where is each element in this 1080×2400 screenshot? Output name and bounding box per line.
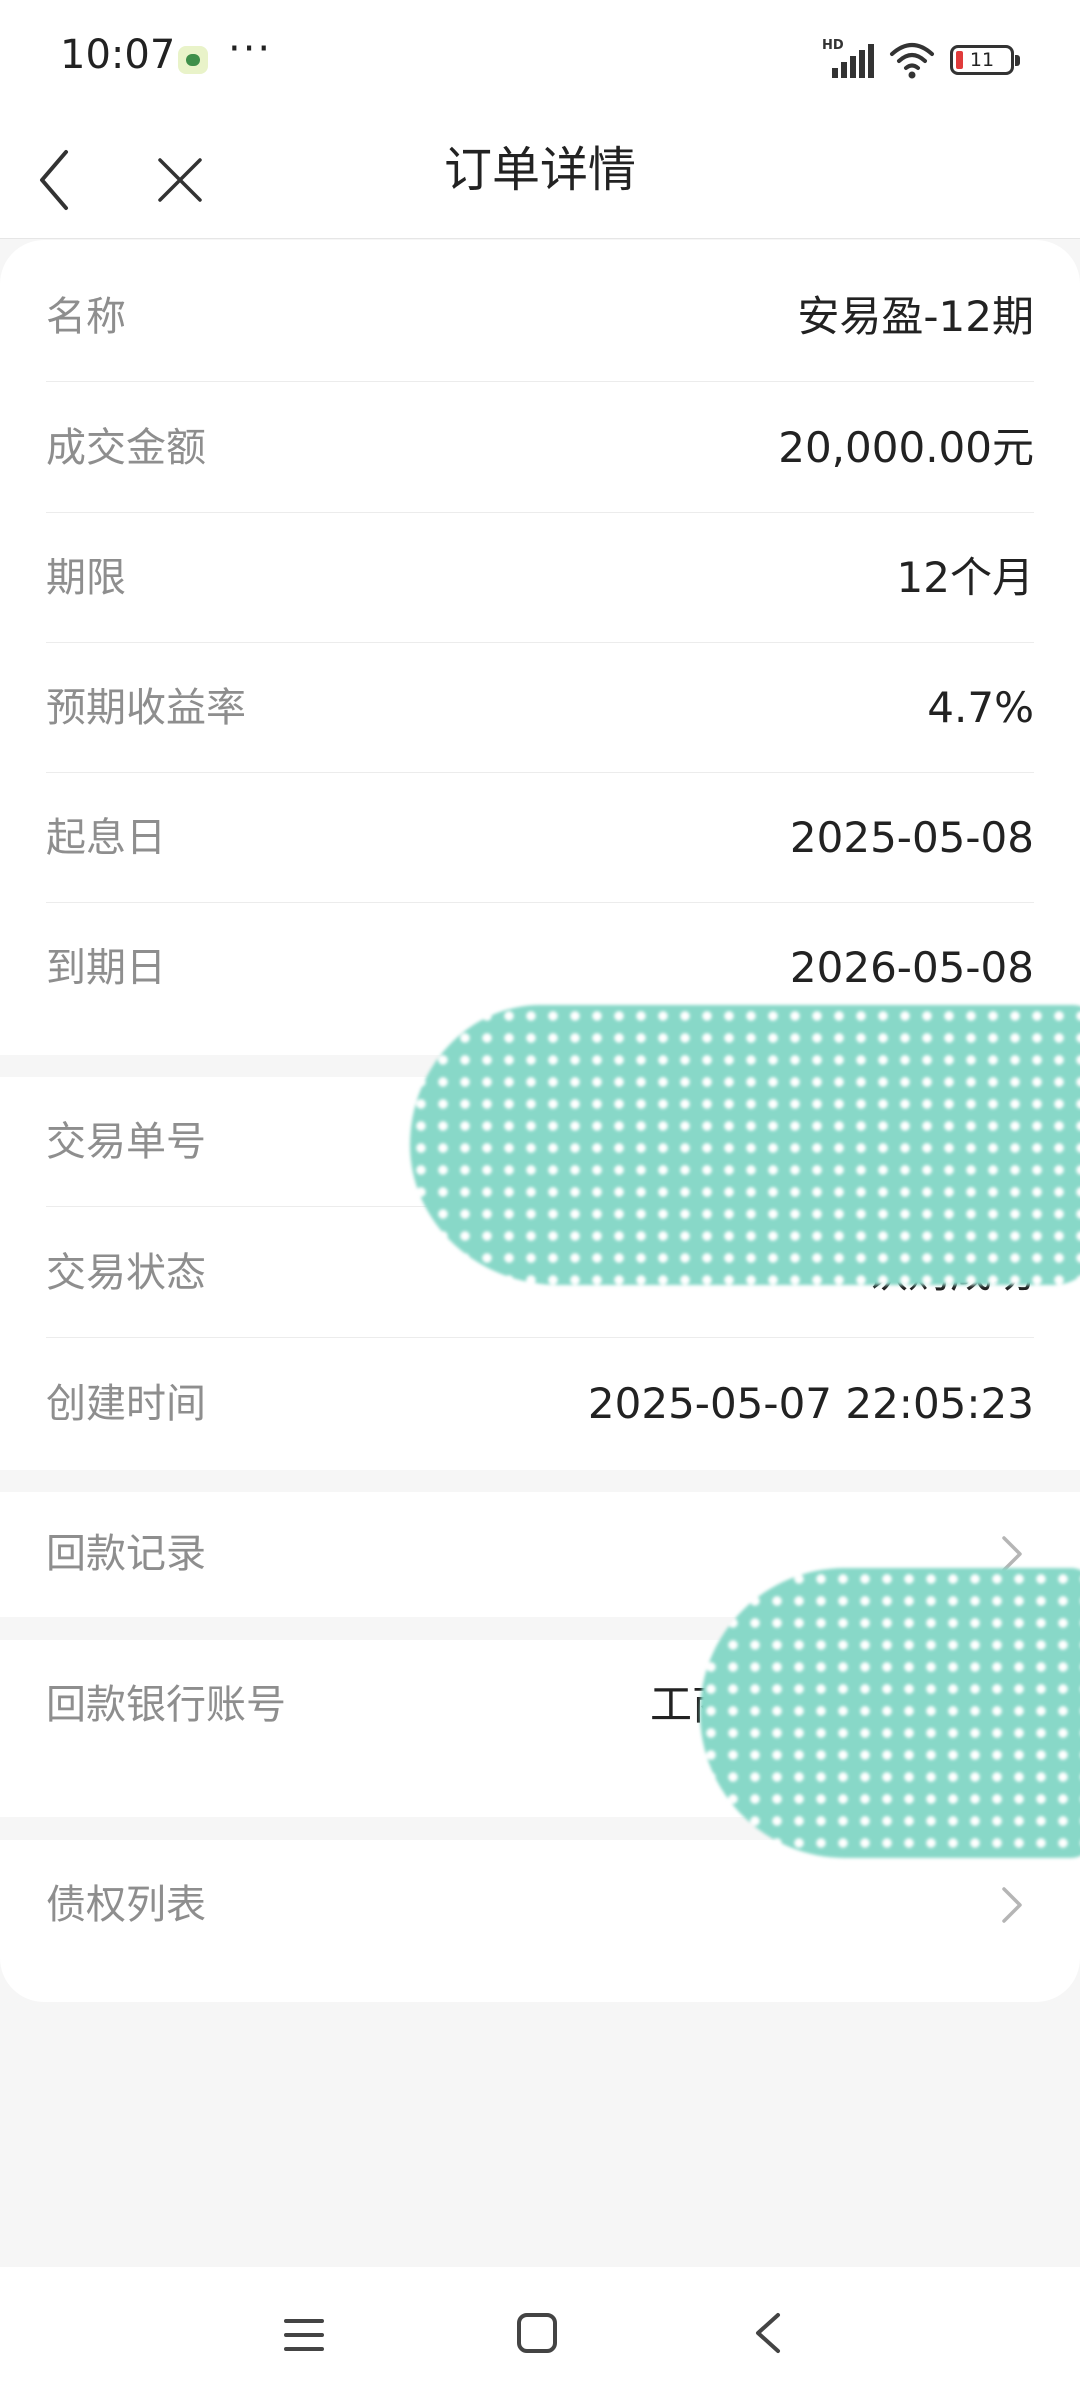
created-time-label: 创建时间 (46, 1381, 206, 1427)
trade-number-label: 交易单号 (46, 1119, 206, 1165)
navigation-bar: 订单详情 (0, 118, 1080, 239)
debt-list-item[interactable]: 债权列表 (0, 1840, 1080, 2002)
system-back-icon[interactable] (748, 2309, 788, 2357)
start-date-value: 2025-05-08 (789, 813, 1034, 862)
term-value: 12个月 (896, 553, 1034, 602)
wifi-icon (890, 43, 934, 79)
page-title: 订单详情 (443, 142, 636, 198)
status-bar: 10:07 ··· HD 11 (0, 0, 1080, 118)
battery-icon: 11 (950, 45, 1020, 75)
recent-apps-icon[interactable] (282, 2315, 326, 2355)
redaction-mark (700, 1568, 1080, 1858)
rate-value: 4.7% (927, 683, 1034, 732)
redaction-mark (410, 1005, 1080, 1285)
bank-account-label: 回款银行账号 (46, 1682, 286, 1728)
row-name: 名称 安易盈-12期 (46, 252, 1034, 382)
amount-value: 20,000.00元 (778, 423, 1034, 472)
row-amount: 成交金额 20,000.00元 (46, 383, 1034, 513)
row-term: 期限 12个月 (46, 513, 1034, 643)
end-date-label: 到期日 (46, 945, 166, 991)
name-label: 名称 (46, 294, 126, 340)
home-icon[interactable] (515, 2311, 559, 2355)
row-rate: 预期收益率 4.7% (46, 643, 1034, 773)
created-time-value: 2025-05-07 22:05:23 (587, 1379, 1034, 1428)
row-debt-list[interactable]: 债权列表 (46, 1840, 1034, 1970)
name-value: 安易盈-12期 (797, 292, 1034, 341)
more-notifications-icon: ··· (228, 26, 273, 72)
trade-status-label: 交易状态 (46, 1250, 206, 1296)
status-indicators: HD 11 (822, 38, 1020, 82)
chevron-right-icon (1002, 1887, 1022, 1923)
divider (46, 1337, 1034, 1338)
repayment-records-label: 回款记录 (46, 1531, 206, 1577)
start-date-label: 起息日 (46, 815, 166, 861)
row-start-date: 起息日 2025-05-08 (46, 773, 1034, 903)
battery-level: 11 (969, 49, 995, 71)
rate-label: 预期收益率 (46, 685, 246, 731)
divider (46, 381, 1034, 382)
system-navigation-bar (0, 2267, 1080, 2400)
term-label: 期限 (46, 555, 126, 601)
row-created-time: 创建时间 2025-05-07 22:05:23 (46, 1339, 1034, 1469)
debt-list-label: 债权列表 (46, 1882, 206, 1928)
order-info-card: 名称 安易盈-12期 成交金额 20,000.00元 期限 12个月 预期收益率… (0, 240, 1080, 1055)
cellular-signal-icon: HD (822, 38, 874, 82)
amount-label: 成交金额 (46, 425, 206, 471)
app-notification-icon (178, 46, 208, 74)
status-time: 10:07 (60, 32, 176, 78)
